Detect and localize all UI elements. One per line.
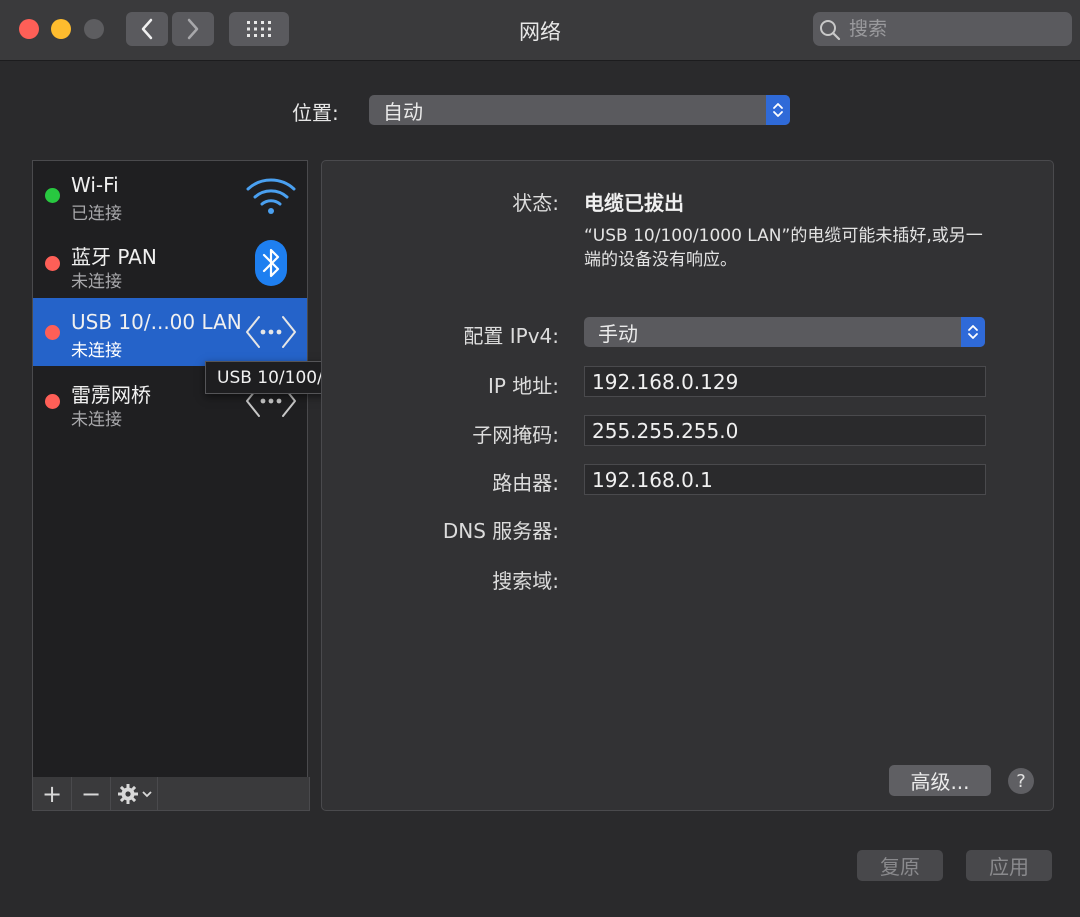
status-value: 电缆已拔出 <box>584 191 684 215</box>
status-dot <box>45 325 60 340</box>
status-label: 状态: <box>512 191 559 215</box>
service-status: 已连接 <box>71 204 122 224</box>
sidebar-toolbar: + − <box>32 777 310 811</box>
router-label: 路由器: <box>492 471 559 495</box>
search-domains-label: 搜索域: <box>492 569 559 593</box>
subnet-mask-field[interactable] <box>584 415 986 446</box>
title-bar: 网络 <box>0 0 1080 61</box>
service-item-wifi[interactable]: Wi-Fi 已连接 <box>33 161 307 229</box>
status-dot <box>45 394 60 409</box>
apply-button[interactable]: 应用 <box>966 850 1052 881</box>
location-select[interactable]: 自动 <box>369 95 790 125</box>
service-list[interactable]: Wi-Fi 已连接 蓝牙 PAN 未连接 USB 10/...00 LAN 未连… <box>32 160 308 778</box>
remove-service-button[interactable]: − <box>72 777 111 810</box>
service-status: 未连接 <box>71 272 122 292</box>
service-item-usb-lan[interactable]: USB 10/...00 LAN 未连接 <box>33 298 307 366</box>
chevron-down-icon <box>141 790 152 797</box>
gear-icon <box>117 783 138 804</box>
status-dot <box>45 188 60 203</box>
add-service-button[interactable]: + <box>33 777 72 810</box>
dns-servers-label: DNS 服务器: <box>442 519 559 543</box>
updown-arrows-icon <box>766 95 790 125</box>
configure-ipv4-value: 手动 <box>598 321 638 346</box>
updown-arrows-icon <box>961 317 985 347</box>
search-icon <box>820 20 841 41</box>
action-menu-button[interactable] <box>111 777 158 810</box>
service-status: 未连接 <box>71 341 122 361</box>
service-name: 蓝牙 PAN <box>71 245 157 269</box>
ip-address-label: IP 地址: <box>487 374 559 398</box>
configure-ipv4-label: 配置 IPv4: <box>463 324 559 348</box>
wifi-icon <box>245 171 297 219</box>
revert-button[interactable]: 复原 <box>857 850 943 881</box>
status-description: “USB 10/100/1000 LAN”的电缆可能未插好,或另一端的设备没有响… <box>584 226 983 270</box>
bluetooth-icon <box>245 239 297 287</box>
status-dot <box>45 256 60 271</box>
service-name: USB 10/...00 LAN <box>71 310 242 334</box>
subnet-mask-label: 子网掩码: <box>472 423 559 447</box>
help-button[interactable]: ? <box>1008 768 1034 794</box>
ethernet-icon <box>245 308 297 356</box>
service-name: Wi-Fi <box>71 173 119 197</box>
service-name: 雷雳网桥 <box>71 383 151 407</box>
service-item-bluetooth-pan[interactable]: 蓝牙 PAN 未连接 <box>33 229 307 297</box>
location-value: 自动 <box>383 99 423 124</box>
ip-address-field[interactable] <box>584 366 986 397</box>
router-field[interactable] <box>584 464 986 495</box>
search-field[interactable] <box>813 12 1072 46</box>
advanced-button[interactable]: 高级... <box>889 765 991 796</box>
location-label: 位置: <box>292 101 339 125</box>
configure-ipv4-select[interactable]: 手动 <box>584 317 985 347</box>
service-status: 未连接 <box>71 410 122 430</box>
search-input[interactable] <box>847 17 1051 41</box>
